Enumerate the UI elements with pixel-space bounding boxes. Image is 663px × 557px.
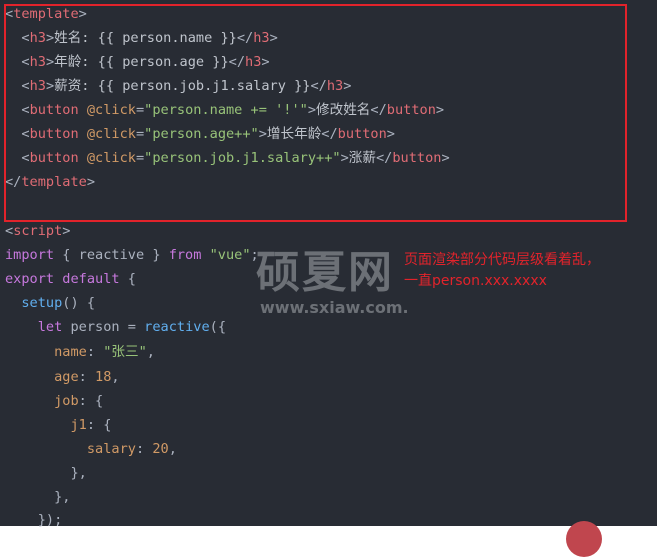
punctuation: , xyxy=(168,441,177,457)
property-name: age xyxy=(54,369,79,385)
annotation-line-2: 一直person.xxx.xxxx xyxy=(404,273,547,289)
keyword: import xyxy=(5,247,55,263)
function-name: reactive xyxy=(144,319,210,335)
code-line-let-person: let person = reactive({ xyxy=(5,315,226,339)
punctuation: : xyxy=(86,344,104,360)
highlight-box xyxy=(4,4,627,222)
property-name: job xyxy=(54,393,79,409)
punctuation: : { xyxy=(86,417,112,433)
code-line-close-j1: }, xyxy=(5,465,87,481)
property-name: salary xyxy=(86,441,136,457)
code-line-age-prop: age: 18, xyxy=(5,365,120,389)
punctuation: , xyxy=(111,369,120,385)
code-line-export: export default { xyxy=(5,267,136,291)
keyword: from xyxy=(168,247,202,263)
string-literal: "vue" xyxy=(209,247,251,263)
punctuation: : xyxy=(78,369,96,385)
keyword: let xyxy=(37,319,63,335)
bracket: > xyxy=(62,223,71,239)
watermark-logo: 硕夏网 xyxy=(256,247,394,298)
annotation-note: 页面渲染部分代码层级看着乱， 一直person.xxx.xxxx xyxy=(404,250,654,292)
code-line-j1-prop: j1: { xyxy=(5,413,111,437)
punctuation: : xyxy=(135,441,153,457)
string-literal: "张三" xyxy=(103,344,147,360)
code-line-close-job: }, xyxy=(5,489,71,505)
punctuation: : { xyxy=(78,393,104,409)
code-line-script-open: <script> xyxy=(5,219,70,243)
bracket: < xyxy=(5,223,14,239)
floating-badge-icon[interactable] xyxy=(566,521,602,557)
number-literal: 18 xyxy=(95,369,112,385)
keyword: default xyxy=(62,271,120,287)
property-name: j1 xyxy=(70,417,87,433)
code-line-close-reactive: }); xyxy=(5,512,63,528)
identifier: person = xyxy=(62,319,145,335)
annotation-line-1: 页面渲染部分代码层级看着乱， xyxy=(404,252,600,268)
punctuation: { xyxy=(119,271,136,287)
number-literal: 20 xyxy=(152,441,169,457)
identifier: { reactive } xyxy=(54,247,169,263)
tag-name: script xyxy=(13,223,63,239)
punctuation: , xyxy=(146,344,155,360)
watermark-url: www.sxiaw.com. xyxy=(260,298,409,317)
code-editor[interactable]: <template> <h3>姓名: {{ person.name }}</h3… xyxy=(0,0,657,557)
code-line-name-prop: name: "张三", xyxy=(5,340,155,364)
keyword: export xyxy=(5,271,55,287)
property-name: name xyxy=(54,344,87,360)
function-name: setup xyxy=(21,295,63,311)
code-line-salary-prop: salary: 20, xyxy=(5,437,177,461)
punctuation: ({ xyxy=(209,319,227,335)
code-line-setup: setup() { xyxy=(5,291,95,315)
code-line-import: import { reactive } from "vue"; xyxy=(5,243,259,267)
code-line-job-prop: job: { xyxy=(5,389,103,413)
punctuation: () { xyxy=(62,295,96,311)
